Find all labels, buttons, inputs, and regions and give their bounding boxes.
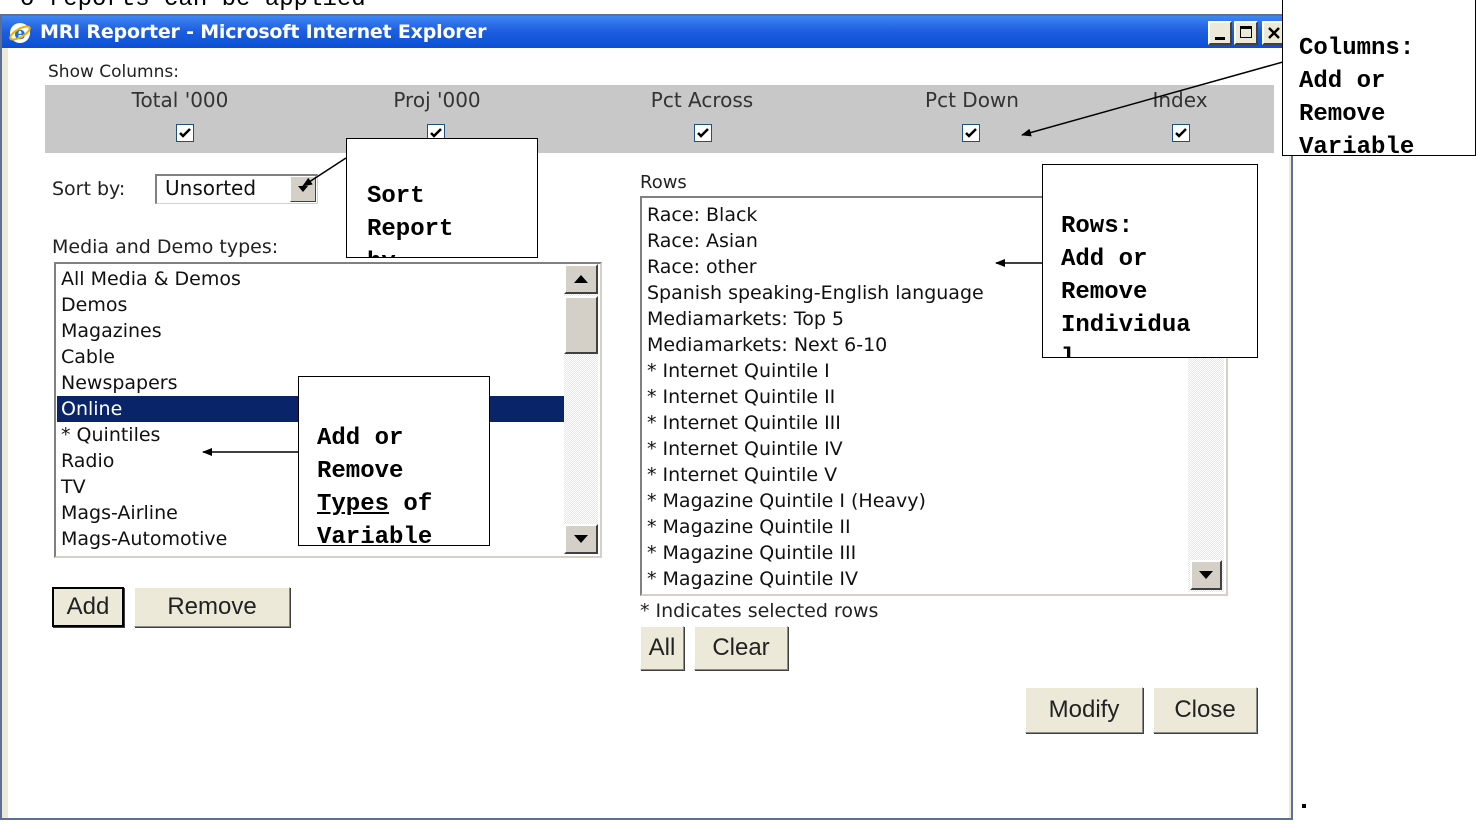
callout-rows-line5: l <box>1061 342 1239 357</box>
callout-types-types-word: Types <box>317 491 390 518</box>
callout-rows: Rows: Add or Remove Individua l <box>1042 164 1258 358</box>
callout-columns-line2: Add or <box>1299 68 1386 95</box>
callout-columns: Columns:Add orRemoveVariables <box>1282 0 1476 156</box>
annotation-arrows <box>202 59 1291 456</box>
callout-types-line3: Types of <box>317 488 471 521</box>
callout-types-line2: Remove <box>317 458 404 485</box>
callout-columns-line4: Variable <box>1299 134 1415 156</box>
columns-arrow <box>1021 59 1291 137</box>
callout-rows-line4: Individua <box>1061 312 1191 339</box>
callout-types-line1: Add or <box>317 425 404 452</box>
callout-columns-line3: Remove <box>1299 101 1386 128</box>
callout-columns-line1: Columns: <box>1299 35 1415 62</box>
callout-sort-line3: by <box>367 246 517 257</box>
callout-types-of-word: of <box>389 491 433 518</box>
callout-rows-line3: Remove <box>1061 279 1148 306</box>
sort-arrow <box>302 157 347 187</box>
callout-sort: Sort Report by <box>346 138 538 258</box>
callout-types: Add orRemoveTypes ofVariables <box>298 376 490 546</box>
callout-sort-line1: Sort <box>367 183 425 210</box>
trailing-dot <box>1302 804 1306 808</box>
callout-rows-line1: Rows: <box>1061 213 1134 240</box>
callout-sort-line2: Report <box>367 216 454 243</box>
callout-types-line4: Variable <box>317 524 433 546</box>
callout-rows-line2: Add or <box>1061 246 1148 273</box>
